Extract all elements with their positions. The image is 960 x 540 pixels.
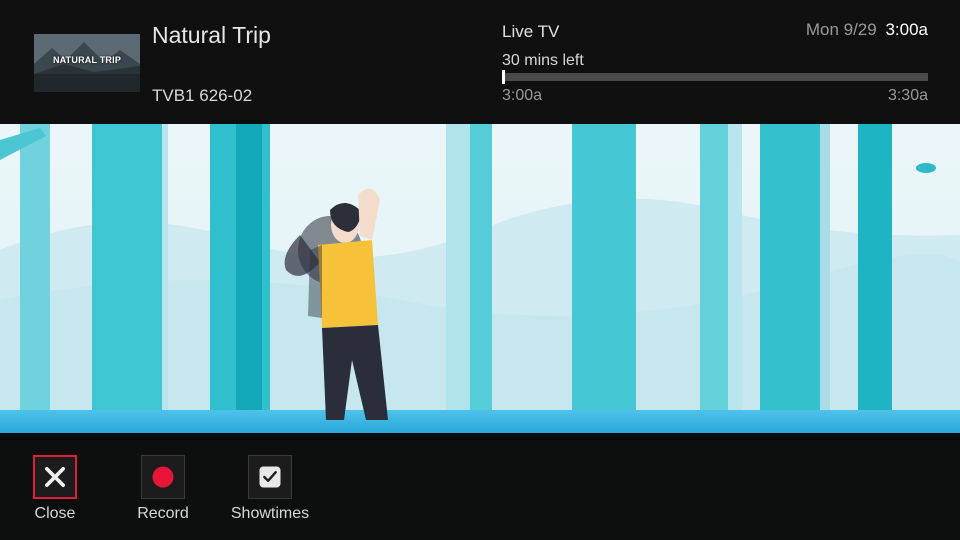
start-time: 3:00a — [502, 87, 543, 104]
close-icon — [45, 467, 65, 487]
program-thumbnail: NATURAL TRIP — [34, 34, 140, 92]
record-label: Record — [137, 505, 189, 522]
close-button[interactable]: Close — [7, 455, 103, 523]
close-label: Close — [34, 505, 76, 522]
channel-label: TVB1 626-02 — [152, 86, 253, 105]
record-icon — [152, 466, 174, 488]
progress-handle — [502, 70, 505, 84]
clock-time: 3:00a — [885, 20, 928, 39]
showtimes-button-box[interactable] — [248, 455, 292, 499]
time-remaining: 30 mins left — [502, 52, 584, 69]
progress-bar — [502, 70, 928, 84]
clock: Mon 9/29 3:00a — [806, 20, 928, 40]
action-bar: Close Record Showtimes — [0, 433, 960, 540]
showtimes-button[interactable]: Showtimes — [222, 455, 318, 523]
record-button[interactable]: Record — [115, 455, 211, 523]
live-tv-label: Live TV — [502, 22, 560, 41]
close-button-box[interactable] — [33, 455, 77, 499]
clock-icon — [259, 466, 281, 488]
end-time: 3:30a — [887, 87, 928, 104]
record-button-box[interactable] — [141, 455, 185, 499]
program-title: Natural Trip — [152, 22, 271, 48]
program-info-bar: NATURAL TRIP Natural Trip TVB1 626-02 Li… — [0, 0, 960, 124]
thumbnail-title: NATURAL TRIP — [52, 55, 122, 65]
showtimes-label: Showtimes — [230, 505, 310, 522]
clock-date: Mon 9/29 — [805, 20, 877, 39]
